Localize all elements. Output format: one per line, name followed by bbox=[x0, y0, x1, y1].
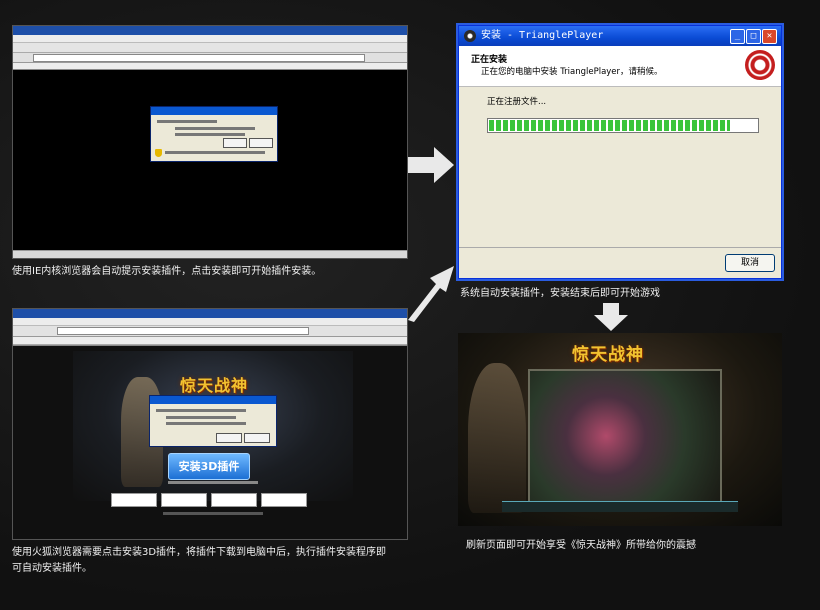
ie-dialog-cancel-button bbox=[249, 138, 273, 148]
ie-address-field bbox=[33, 54, 365, 62]
install-status-label: 正在注册文件... bbox=[487, 97, 547, 107]
firefox-menu-bar bbox=[13, 318, 407, 326]
partner-badge bbox=[111, 493, 157, 507]
firefox-dialog-cancel-button bbox=[244, 433, 270, 443]
install-progress-fill bbox=[489, 120, 731, 131]
firefox-tabs-row bbox=[13, 337, 407, 345]
install-header-title: 正在安装 bbox=[471, 55, 508, 65]
install-footer: 取消 bbox=[459, 247, 781, 278]
partner-badge bbox=[261, 493, 307, 507]
firefox-nav-row bbox=[13, 326, 407, 337]
arrow-right-icon bbox=[408, 147, 454, 183]
ie-security-dialog bbox=[150, 106, 278, 162]
ie-dialog-text bbox=[175, 133, 245, 136]
firefox-title-bar bbox=[13, 309, 407, 318]
ie-dialog-title-bar bbox=[151, 107, 277, 115]
firefox-browser-screenshot bbox=[12, 308, 408, 540]
ie-browser-chrome bbox=[13, 26, 407, 70]
caption-firefox-1: 使用火狐浏览器需要点击安装3D插件，将插件下载到电脑中后，执行插件安装程序即 bbox=[12, 547, 387, 558]
ie-dialog-text bbox=[165, 151, 265, 154]
app-icon bbox=[464, 30, 476, 42]
minimize-button[interactable]: _ bbox=[730, 29, 745, 44]
ie-toolbar bbox=[13, 43, 407, 53]
ie-address-row bbox=[13, 53, 407, 63]
firefox-browser-chrome bbox=[13, 309, 407, 346]
install-window: 安装 - TrianglePlayer _ □ ✕ 正在安装 正在您的电脑中安装… bbox=[458, 25, 782, 279]
firefox-dialog-text bbox=[166, 422, 246, 425]
ie-tabs-row bbox=[13, 63, 407, 69]
close-button[interactable]: ✕ bbox=[762, 29, 777, 44]
install-progress-bar bbox=[487, 118, 759, 133]
firefox-footer-text bbox=[163, 512, 263, 515]
ie-title-bar bbox=[13, 26, 407, 35]
ie-menu-bar bbox=[13, 35, 407, 43]
game-left-statue bbox=[468, 363, 526, 513]
ie-status-bar bbox=[13, 250, 407, 258]
firefox-dialog-text bbox=[156, 409, 246, 412]
install-header-subtitle: 正在您的电脑中安装 TrianglePlayer，请稍候。 bbox=[481, 67, 663, 77]
firefox-dialog-title-bar bbox=[150, 396, 276, 404]
firefox-dialog-save-button bbox=[216, 433, 242, 443]
partner-badge bbox=[161, 493, 207, 507]
install-window-title-bar: 安装 - TrianglePlayer _ □ ✕ bbox=[459, 26, 781, 46]
firefox-address-field bbox=[57, 327, 309, 335]
game-banner: 惊天战神 bbox=[572, 345, 644, 365]
install-header: 正在安装 正在您的电脑中安装 TrianglePlayer，请稍候。 bbox=[459, 46, 781, 87]
firefox-dialog-text bbox=[166, 416, 236, 419]
triangleplayer-logo-icon bbox=[745, 50, 775, 80]
maximize-button[interactable]: □ bbox=[746, 29, 761, 44]
caption-ie: 使用IE内核浏览器会自动提示安装插件，点击安装即可开始插件安装。 bbox=[12, 266, 322, 277]
arrow-down-icon bbox=[594, 303, 628, 331]
firefox-game-banner: 惊天战神 bbox=[180, 376, 249, 395]
firefox-download-dialog bbox=[149, 395, 277, 447]
partner-badge bbox=[211, 493, 257, 507]
shield-icon bbox=[155, 149, 162, 157]
ie-dialog-text bbox=[175, 127, 255, 130]
arrow-up-right-icon bbox=[408, 266, 454, 322]
caption-auto-install: 系统自动安装插件，安装结束后即可开始游戏 bbox=[460, 288, 660, 299]
install-3d-plugin-button[interactable]: 安装3D插件 bbox=[168, 453, 250, 480]
ie-browser-screenshot bbox=[12, 25, 408, 259]
ie-dialog-text bbox=[157, 120, 217, 123]
ie-dialog-install-button bbox=[223, 138, 247, 148]
firefox-page-text bbox=[168, 481, 258, 484]
game-viewport bbox=[528, 369, 722, 503]
caption-game: 刷新页面即可开始享受《惊天战神》所带给你的震撼 bbox=[466, 540, 696, 551]
cancel-button[interactable]: 取消 bbox=[725, 254, 775, 272]
game-hud-bar bbox=[502, 501, 738, 512]
install-window-title: 安装 - TrianglePlayer bbox=[481, 30, 604, 41]
caption-firefox-2: 可自动安装插件。 bbox=[12, 563, 92, 574]
